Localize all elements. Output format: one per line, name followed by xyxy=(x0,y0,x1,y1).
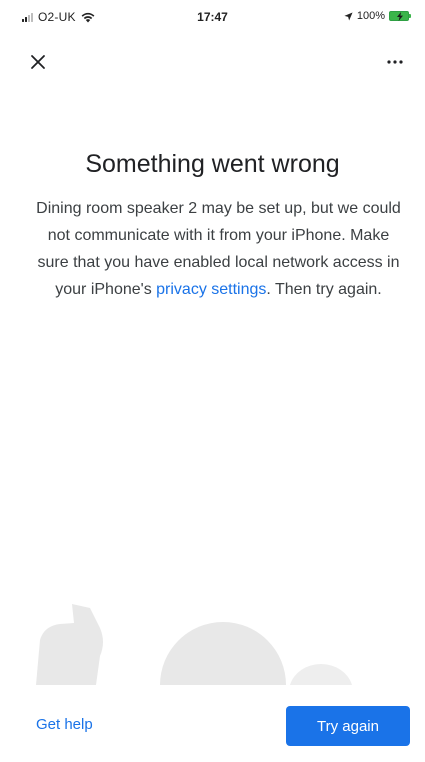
close-icon xyxy=(31,55,45,69)
close-button[interactable] xyxy=(26,50,50,74)
battery-percent: 100% xyxy=(356,10,385,22)
battery-charging-icon xyxy=(389,11,411,21)
speaker-illustration xyxy=(36,604,352,685)
more-options-button[interactable] xyxy=(383,50,407,74)
try-again-button[interactable]: Try again xyxy=(286,706,410,746)
error-message: Dining room speaker 2 may be set up, but… xyxy=(30,195,407,303)
status-bar: O2-UK 17:47 100% xyxy=(0,0,425,34)
error-message-suffix: . Then try again. xyxy=(266,281,382,298)
more-horizontal-icon xyxy=(387,60,403,64)
error-title: Something went wrong xyxy=(85,150,340,178)
status-right: 100% xyxy=(344,10,411,22)
location-arrow-icon xyxy=(344,11,353,21)
privacy-settings-link[interactable]: privacy settings xyxy=(156,281,266,298)
get-help-link[interactable]: Get help xyxy=(36,716,93,733)
